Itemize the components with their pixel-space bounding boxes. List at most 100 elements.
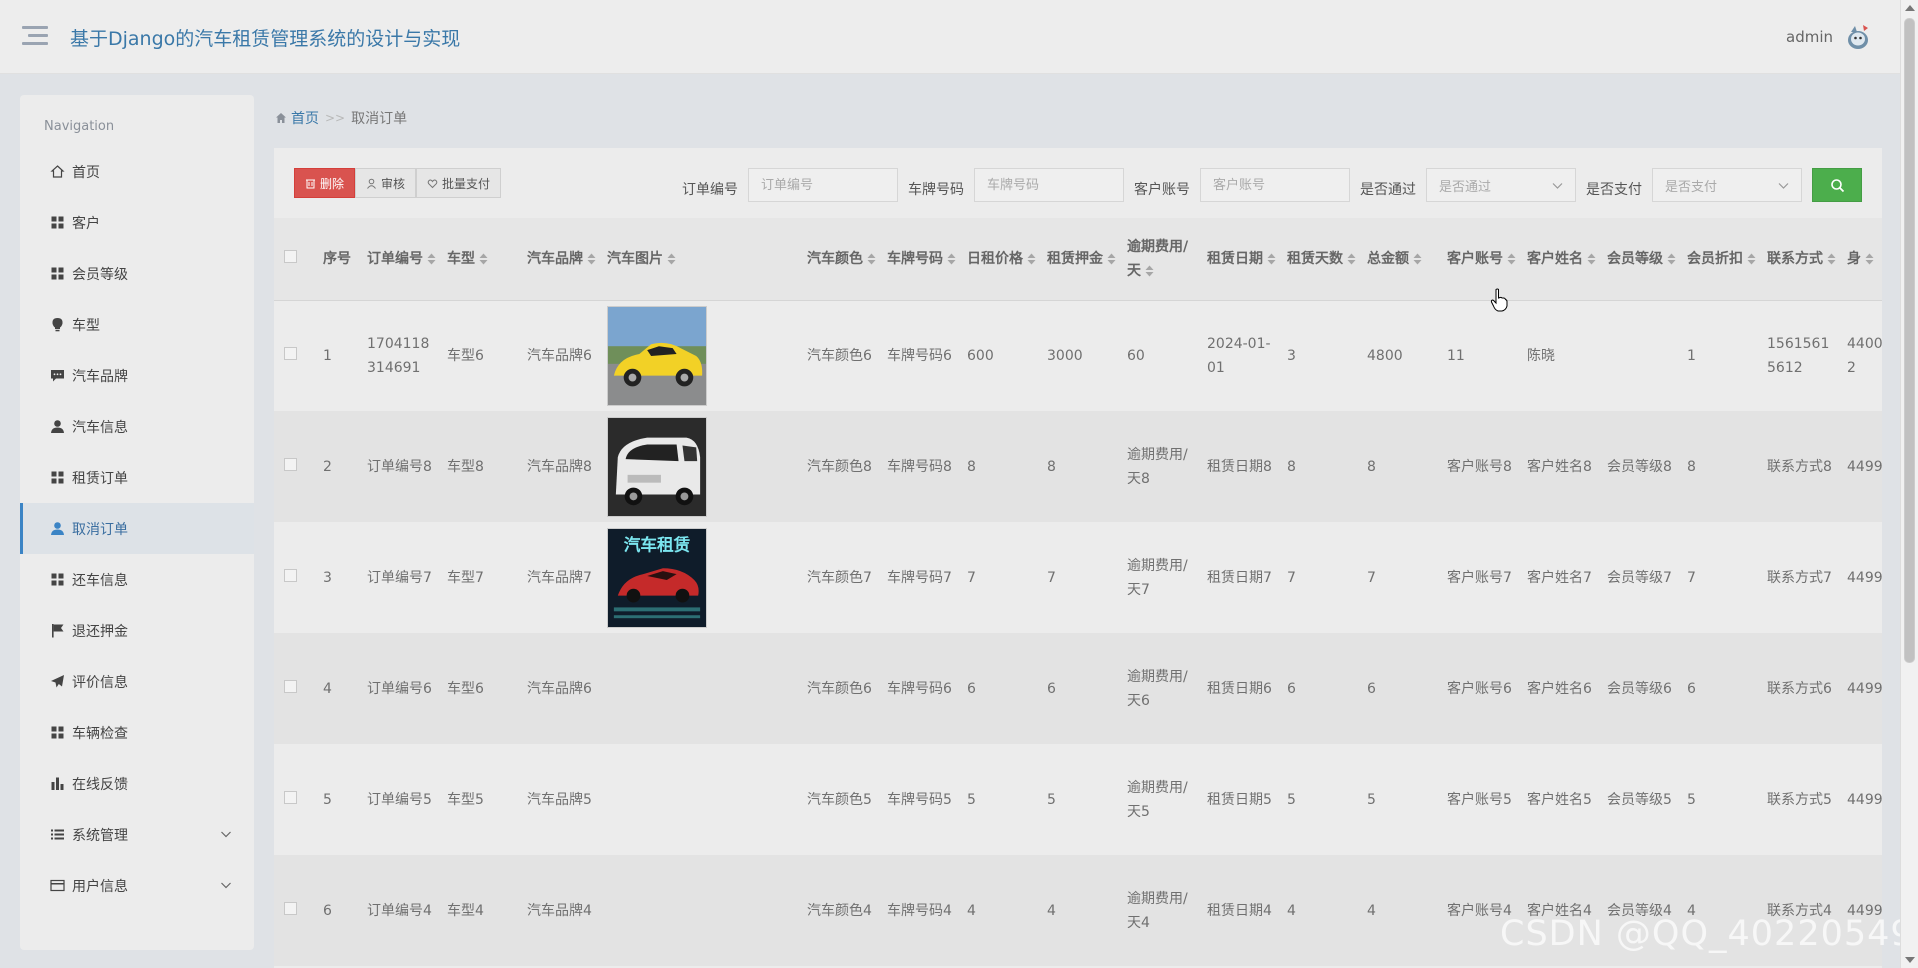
sort-icon[interactable] [667, 253, 676, 265]
cell-plate: 车牌号码6 [887, 347, 952, 364]
sort-icon[interactable] [1747, 253, 1756, 265]
sidebar-item-11[interactable]: 车辆检查 [20, 707, 254, 758]
row-checkbox[interactable] [284, 346, 297, 360]
sidebar-item-13[interactable]: 系统管理 [20, 809, 254, 860]
sort-icon[interactable] [479, 253, 488, 265]
sort-icon[interactable] [867, 253, 876, 265]
audit-button[interactable]: 审核 [355, 168, 417, 198]
cell-idcard: 449900 [1847, 791, 1882, 808]
sort-icon[interactable] [1827, 253, 1836, 265]
sidebar-item-3[interactable]: 车型 [20, 299, 254, 350]
column-header-label: 总金额 [1367, 250, 1409, 267]
column-header[interactable]: 序号 [318, 218, 362, 300]
paid-select[interactable]: 是否支付 [1652, 168, 1802, 202]
table-row[interactable]: 3 订单编号7 车型7 汽车品牌7 汽车租赁 汽车颜色7 车牌号码7 7 7 逾期费用/天7 租赁日… [274, 522, 1882, 633]
column-header[interactable]: 汽车图片 [602, 218, 802, 300]
row-checkbox[interactable] [284, 790, 297, 804]
car-image[interactable] [607, 305, 707, 406]
column-header[interactable]: 租赁押金 [1042, 218, 1122, 300]
car-image-cell: 汽车租赁 [602, 522, 802, 633]
approved-select[interactable]: 是否通过 [1426, 168, 1576, 202]
menu-toggle-icon[interactable] [22, 26, 48, 48]
column-header[interactable]: 身 [1842, 218, 1882, 300]
search-button[interactable] [1812, 168, 1862, 202]
column-header[interactable]: 逾期费用/天 [1122, 218, 1202, 300]
sort-icon[interactable] [427, 253, 436, 265]
sidebar-item-6[interactable]: 租赁订单 [20, 452, 254, 503]
cell-color: 汽车颜色8 [807, 458, 872, 475]
table-row[interactable]: 2 订单编号8 车型8 汽车品牌8 汽车颜色8 车牌号码8 8 8 逾期费用/天8 租赁日期8 8 8… [274, 411, 1882, 522]
sort-icon[interactable] [1507, 253, 1516, 265]
cell-color: 汽车颜色6 [807, 347, 872, 364]
column-header[interactable]: 汽车品牌 [522, 218, 602, 300]
sidebar-item-2[interactable]: 会员等级 [20, 248, 254, 299]
cell-total: 8 [1367, 458, 1376, 475]
table-row[interactable]: 5 订单编号5 车型5 汽车品牌5 汽车颜色5 车牌号码5 5 5 逾期费用/天5 租赁日期5 5 5… [274, 744, 1882, 855]
sort-icon[interactable] [1027, 253, 1036, 265]
sort-icon[interactable] [1865, 253, 1874, 265]
breadcrumb-home[interactable]: 首页 [275, 108, 319, 128]
avatar[interactable] [1843, 22, 1873, 52]
column-header[interactable]: 车牌号码 [882, 218, 962, 300]
column-header-label: 车牌号码 [887, 250, 943, 267]
sort-icon[interactable] [1347, 253, 1356, 265]
sidebar-item-14[interactable]: 用户信息 [20, 860, 254, 911]
row-checkbox[interactable] [284, 679, 297, 693]
scroll-down-icon[interactable] [1905, 957, 1915, 963]
user-name[interactable]: admin [1786, 28, 1833, 46]
column-header[interactable]: 客户账号 [1442, 218, 1522, 300]
scroll-up-icon[interactable] [1905, 5, 1915, 11]
sidebar-item-0[interactable]: 首页 [20, 146, 254, 197]
plate-no-input[interactable] [974, 168, 1124, 202]
vertical-scrollbar[interactable] [1900, 0, 1918, 968]
column-header[interactable]: 客户姓名 [1522, 218, 1602, 300]
column-header[interactable]: 汽车颜色 [802, 218, 882, 300]
chevron-down-icon[interactable] [220, 828, 232, 840]
poster-title: 汽车租赁 [624, 534, 691, 554]
scrollbar-thumb[interactable] [1904, 18, 1915, 663]
table-row[interactable]: 1 1704118314691 车型6 汽车品牌6 汽车颜色6 车牌号码6 600 3000 6… [274, 300, 1882, 411]
sort-icon[interactable] [1145, 265, 1154, 277]
row-checkbox[interactable] [284, 568, 297, 582]
sidebar-item-5[interactable]: 汽车信息 [20, 401, 254, 452]
sidebar-item-8[interactable]: 还车信息 [20, 554, 254, 605]
sort-icon[interactable] [1107, 253, 1116, 265]
row-checkbox[interactable] [284, 901, 297, 915]
column-header[interactable]: 总金额 [1362, 218, 1442, 300]
sort-icon[interactable] [1267, 253, 1276, 265]
account-input[interactable] [1200, 168, 1350, 202]
row-select-cell [274, 300, 318, 411]
car-image[interactable]: 汽车租赁 [607, 527, 707, 628]
sort-icon[interactable] [587, 253, 596, 265]
sort-icon[interactable] [1667, 253, 1676, 265]
column-header[interactable]: 租赁天数 [1282, 218, 1362, 300]
column-header[interactable]: 租赁日期 [1202, 218, 1282, 300]
delete-button[interactable]: 删除 [294, 168, 356, 198]
sort-icon[interactable] [1587, 253, 1596, 265]
batch-pay-button[interactable]: 批量支付 [416, 168, 502, 198]
row-checkbox[interactable] [284, 457, 297, 471]
select-all-checkbox[interactable] [284, 249, 297, 263]
sidebar-item-12[interactable]: 在线反馈 [20, 758, 254, 809]
sidebar-item-1[interactable]: 客户 [20, 197, 254, 248]
column-header[interactable]: 日租价格 [962, 218, 1042, 300]
order-no-input[interactable] [748, 168, 898, 202]
column-header[interactable]: 联系方式 [1762, 218, 1842, 300]
grid-icon [50, 470, 65, 485]
cell-days: 8 [1287, 458, 1296, 475]
sort-icon[interactable] [947, 253, 956, 265]
chevron-down-icon[interactable] [220, 879, 232, 891]
column-header[interactable]: 车型 [442, 218, 522, 300]
table-row[interactable]: 4 订单编号6 车型6 汽车品牌6 汽车颜色6 车牌号码6 6 6 逾期费用/天6 租赁日期6 6 6… [274, 633, 1882, 744]
car-image[interactable] [607, 416, 707, 517]
sidebar-item-4[interactable]: 汽车品牌 [20, 350, 254, 401]
car-image-cell [602, 300, 802, 411]
column-header[interactable]: 会员等级 [1602, 218, 1682, 300]
column-header[interactable]: 订单编号 [362, 218, 442, 300]
sidebar-item-7[interactable]: 取消订单 [20, 503, 254, 554]
column-header[interactable]: 会员折扣 [1682, 218, 1762, 300]
cell-discount: 5 [1687, 791, 1696, 808]
sidebar-item-9[interactable]: 退还押金 [20, 605, 254, 656]
sort-icon[interactable] [1413, 253, 1422, 265]
sidebar-item-10[interactable]: 评价信息 [20, 656, 254, 707]
